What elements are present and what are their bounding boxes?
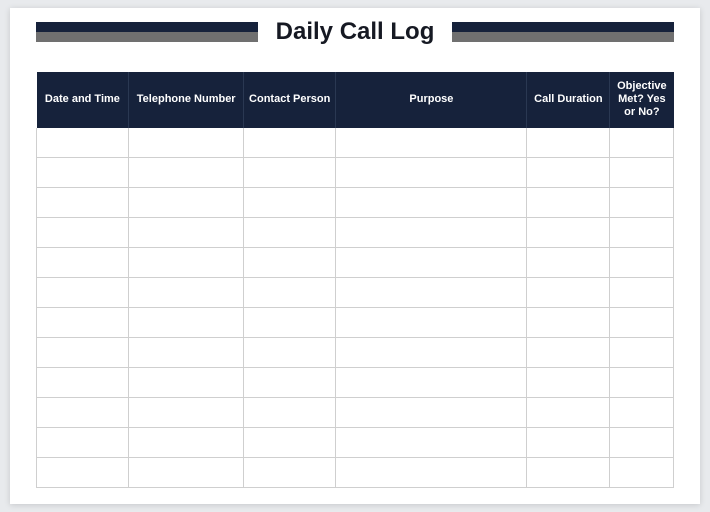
table-cell[interactable] (37, 278, 129, 308)
table-cell[interactable] (244, 458, 336, 488)
table-cell[interactable] (37, 218, 129, 248)
table-cell[interactable] (129, 188, 244, 218)
stripe-right (452, 22, 674, 42)
table-row (37, 458, 674, 488)
table-cell[interactable] (129, 368, 244, 398)
table-cell[interactable] (610, 308, 674, 338)
table-cell[interactable] (129, 128, 244, 158)
table-cell[interactable] (527, 428, 610, 458)
table-cell[interactable] (610, 368, 674, 398)
table-cell[interactable] (336, 188, 527, 218)
table-cell[interactable] (610, 428, 674, 458)
table-row (37, 308, 674, 338)
table-row (37, 218, 674, 248)
table-cell[interactable] (129, 428, 244, 458)
call-log-table: Date and Time Telephone Number Contact P… (36, 72, 674, 488)
table-cell[interactable] (37, 458, 129, 488)
table-cell[interactable] (527, 398, 610, 428)
table-cell[interactable] (244, 158, 336, 188)
table-cell[interactable] (37, 128, 129, 158)
table-cell[interactable] (244, 428, 336, 458)
table-cell[interactable] (336, 128, 527, 158)
table-cell[interactable] (37, 188, 129, 218)
table-cell[interactable] (527, 368, 610, 398)
table-cell[interactable] (129, 158, 244, 188)
table-row (37, 278, 674, 308)
table-cell[interactable] (129, 218, 244, 248)
table-cell[interactable] (336, 458, 527, 488)
table-cell[interactable] (527, 278, 610, 308)
table-cell[interactable] (527, 128, 610, 158)
table-cell[interactable] (527, 308, 610, 338)
col-header-objective: Objective Met? Yes or No? (610, 72, 674, 128)
table-cell[interactable] (336, 158, 527, 188)
table-cell[interactable] (527, 458, 610, 488)
col-header-purpose: Purpose (336, 72, 527, 128)
page-title: Daily Call Log (272, 18, 439, 46)
col-header-contact: Contact Person (244, 72, 336, 128)
table-cell[interactable] (37, 338, 129, 368)
table-cell[interactable] (610, 458, 674, 488)
table-cell[interactable] (336, 338, 527, 368)
table-cell[interactable] (527, 158, 610, 188)
table-cell[interactable] (129, 308, 244, 338)
table-cell[interactable] (527, 188, 610, 218)
table-cell[interactable] (37, 368, 129, 398)
table-cell[interactable] (244, 308, 336, 338)
table-cell[interactable] (527, 248, 610, 278)
table-cell[interactable] (610, 398, 674, 428)
table-cell[interactable] (336, 248, 527, 278)
table-cell[interactable] (610, 248, 674, 278)
table-row (37, 188, 674, 218)
table-cell[interactable] (244, 248, 336, 278)
table-row (37, 338, 674, 368)
table-header: Date and Time Telephone Number Contact P… (37, 72, 674, 128)
table-cell[interactable] (37, 248, 129, 278)
table-row (37, 368, 674, 398)
table-cell[interactable] (336, 218, 527, 248)
table-cell[interactable] (336, 428, 527, 458)
table-cell[interactable] (336, 368, 527, 398)
stripe-left (36, 22, 258, 42)
table-cell[interactable] (129, 278, 244, 308)
table-cell[interactable] (527, 218, 610, 248)
table-row (37, 248, 674, 278)
table-row (37, 428, 674, 458)
col-header-telephone: Telephone Number (129, 72, 244, 128)
table-cell[interactable] (244, 368, 336, 398)
title-row: Daily Call Log (10, 18, 700, 46)
table-cell[interactable] (37, 398, 129, 428)
table-cell[interactable] (336, 398, 527, 428)
col-header-date: Date and Time (37, 72, 129, 128)
table-row (37, 158, 674, 188)
table-cell[interactable] (244, 338, 336, 368)
table-cell[interactable] (37, 308, 129, 338)
table-cell[interactable] (37, 158, 129, 188)
table-body (37, 128, 674, 488)
table-row (37, 398, 674, 428)
col-header-duration: Call Duration (527, 72, 610, 128)
table-cell[interactable] (610, 218, 674, 248)
table-cell[interactable] (244, 188, 336, 218)
table-cell[interactable] (129, 338, 244, 368)
table-cell[interactable] (610, 188, 674, 218)
table-wrap: Date and Time Telephone Number Contact P… (10, 72, 700, 488)
table-cell[interactable] (129, 398, 244, 428)
table-cell[interactable] (37, 428, 129, 458)
table-cell[interactable] (129, 248, 244, 278)
table-cell[interactable] (244, 398, 336, 428)
table-cell[interactable] (610, 278, 674, 308)
table-cell[interactable] (129, 458, 244, 488)
table-row (37, 128, 674, 158)
document-sheet: Daily Call Log Date and Time Telephone N… (10, 8, 700, 504)
table-cell[interactable] (610, 338, 674, 368)
table-cell[interactable] (244, 128, 336, 158)
table-cell[interactable] (336, 308, 527, 338)
table-cell[interactable] (527, 338, 610, 368)
table-cell[interactable] (610, 128, 674, 158)
table-cell[interactable] (610, 158, 674, 188)
table-cell[interactable] (336, 278, 527, 308)
table-cell[interactable] (244, 278, 336, 308)
table-cell[interactable] (244, 218, 336, 248)
